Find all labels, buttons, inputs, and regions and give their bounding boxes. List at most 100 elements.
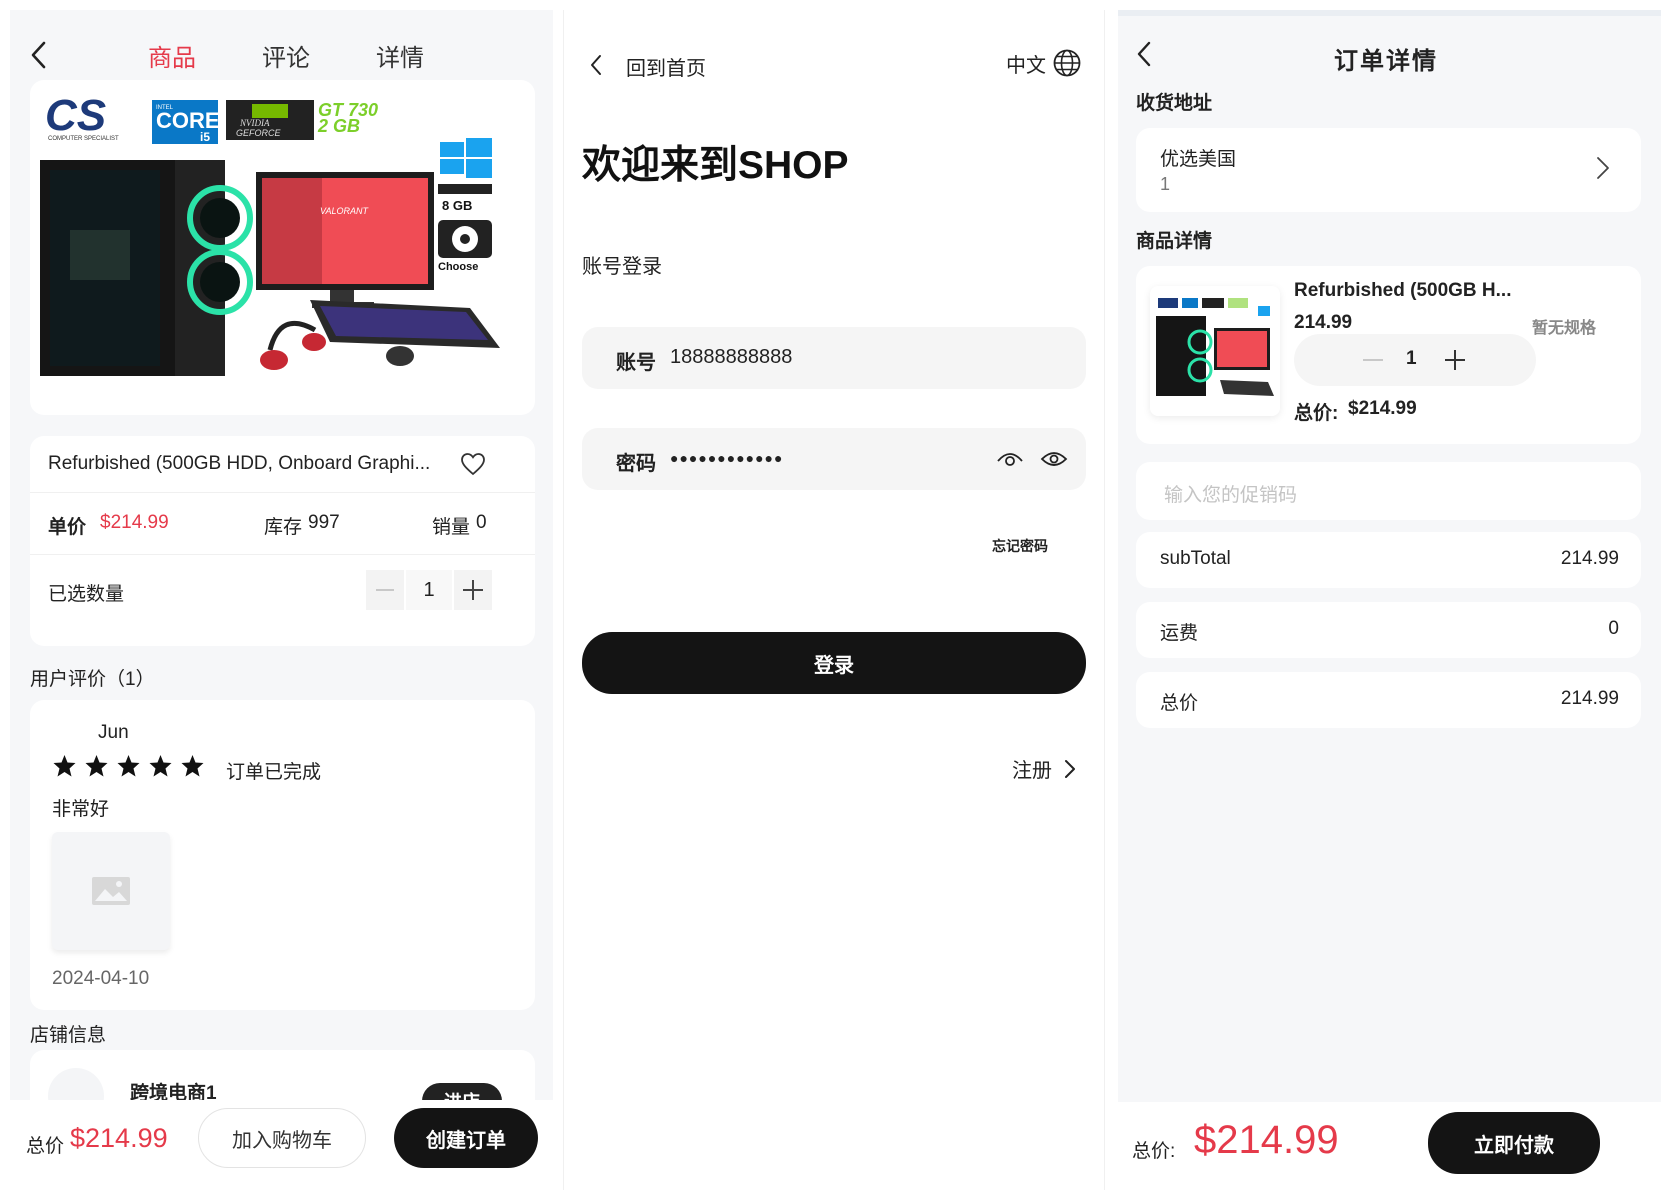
favorite-button[interactable] xyxy=(458,449,488,479)
sales-label: 销量 xyxy=(432,517,471,538)
heart-icon xyxy=(461,453,485,476)
stock-label: 库存 xyxy=(264,517,303,538)
password-input[interactable]: ●●●●●●●●●●●● xyxy=(670,450,783,466)
back-home-link[interactable]: 回到首页 xyxy=(626,52,706,81)
total-price: $214.99 xyxy=(70,1123,168,1153)
welcome-title: 欢迎来到SHOP xyxy=(582,144,849,187)
qty-stepper: 1 xyxy=(366,570,492,610)
shipping-value: 0 xyxy=(1608,618,1619,639)
promo-code-input[interactable]: 输入您的促销码 xyxy=(1136,462,1641,520)
review-text: 非常好 xyxy=(52,799,110,820)
register-link[interactable]: 注册 xyxy=(1012,754,1076,783)
qty-increase-button[interactable] xyxy=(1440,346,1470,374)
item-total: $214.99 xyxy=(1348,398,1417,419)
svg-text:CORE: CORE xyxy=(156,108,220,133)
qty-decrease-button[interactable] xyxy=(366,570,404,610)
svg-text:GEFORCE: GEFORCE xyxy=(236,128,282,138)
ram-icon xyxy=(438,184,492,194)
product-bottom-bar: 总价 $214.99 加入购物车 创建订单 xyxy=(10,1100,553,1190)
item-thumbnail-illustration xyxy=(1156,298,1274,396)
store-header: 店铺信息 xyxy=(30,1025,107,1046)
forgot-password-link[interactable]: 忘记密码 xyxy=(992,536,1048,556)
password-field[interactable]: 密码 ●●●●●●●●●●●● xyxy=(582,428,1086,490)
total-label: 总价 xyxy=(26,1136,65,1157)
reviewer-name: Jun xyxy=(98,722,129,743)
login-subtitle: 账号登录 xyxy=(582,256,662,278)
tab-details[interactable]: 详情 xyxy=(376,38,424,73)
total-row: 总价 214.99 xyxy=(1136,672,1641,728)
star-rating xyxy=(52,754,205,778)
qty-value[interactable]: 1 xyxy=(406,570,452,610)
back-button[interactable] xyxy=(1130,38,1158,70)
login-button[interactable]: 登录 xyxy=(582,632,1086,694)
shipping-label: 运费 xyxy=(1160,623,1199,644)
svg-text:8 GB: 8 GB xyxy=(442,198,472,213)
order-item-card: Refurbished (500GB H... 214.99 暂无规格 1 总价… xyxy=(1136,266,1641,444)
language-switch[interactable]: 中文 xyxy=(1006,48,1082,78)
star-icon xyxy=(85,755,108,777)
add-to-cart-button[interactable]: 加入购物车 xyxy=(198,1108,366,1168)
item-qty-stepper: 1 xyxy=(1294,334,1536,386)
cs-logo: CS xyxy=(45,91,106,140)
account-label: 账号 xyxy=(616,352,656,374)
item-spec: 暂无规格 xyxy=(1532,320,1597,337)
chevron-right-icon xyxy=(1065,759,1075,778)
item-thumbnail[interactable] xyxy=(1150,286,1280,416)
password-label: 密码 xyxy=(616,453,656,475)
promo-placeholder: 输入您的促销码 xyxy=(1164,485,1298,506)
image-placeholder-icon xyxy=(92,877,130,905)
item-title: Refurbished (500GB H... xyxy=(1294,280,1512,301)
svg-text:2 GB: 2 GB xyxy=(317,116,360,136)
bottom-total: $214.99 xyxy=(1194,1118,1339,1162)
reviews-header: 用户评价（1） xyxy=(30,669,155,690)
account-field[interactable]: 账号 18888888888 xyxy=(582,327,1086,389)
chevron-left-icon xyxy=(31,41,46,69)
product-title: Refurbished (500GB HDD, Onboard Graphi..… xyxy=(48,453,431,474)
chevron-right-icon xyxy=(1597,157,1609,179)
back-button[interactable] xyxy=(584,50,608,80)
qty-increase-button[interactable] xyxy=(454,570,492,610)
create-order-button[interactable]: 创建订单 xyxy=(394,1108,538,1168)
product-info-card: Refurbished (500GB HDD, Onboard Graphi..… xyxy=(30,436,535,646)
address-sub: 1 xyxy=(1160,174,1171,194)
cs-logo-sub: COMPUTER SPECIALIST xyxy=(48,136,119,142)
minus-icon xyxy=(376,589,394,591)
product-panel: 商品 评论 详情 CS COMPUTER SPECIALIST INTEL CO… xyxy=(10,10,553,1190)
address-card[interactable]: 优选美国 1 xyxy=(1136,128,1641,212)
qty-decrease-button[interactable] xyxy=(1358,346,1388,374)
login-panel: 回到首页 中文 欢迎来到SHOP 账号登录 账号 18888888888 密码 … xyxy=(563,10,1105,1190)
minus-icon xyxy=(1363,359,1383,361)
divider xyxy=(30,492,535,493)
total-label: 总价 xyxy=(1160,693,1199,714)
chevron-left-icon xyxy=(1137,41,1151,67)
price-label: 单价 xyxy=(48,517,87,538)
language-label: 中文 xyxy=(1006,54,1046,77)
globe-icon xyxy=(1053,49,1081,77)
product-image[interactable]: CS COMPUTER SPECIALIST INTEL CORE i5 NVI… xyxy=(30,80,535,415)
total-value: 214.99 xyxy=(1560,688,1619,709)
divider xyxy=(30,554,535,555)
review-date: 2024-04-10 xyxy=(52,968,150,989)
eye-icon xyxy=(997,453,1023,466)
star-icon xyxy=(117,755,140,777)
toggle-password-button[interactable] xyxy=(994,446,1026,472)
account-input[interactable]: 18888888888 xyxy=(670,346,792,369)
unit-price: $214.99 xyxy=(100,512,169,533)
reviews-count: （1） xyxy=(106,669,155,690)
pay-now-button[interactable]: 立即付款 xyxy=(1428,1112,1600,1174)
item-price: 214.99 xyxy=(1294,312,1353,333)
svg-text:NVIDIA: NVIDIA xyxy=(239,118,270,128)
chevron-left-icon xyxy=(591,55,601,75)
goods-header: 商品详情 xyxy=(1136,231,1213,252)
tab-reviews[interactable]: 评论 xyxy=(262,38,310,73)
back-button[interactable] xyxy=(24,40,54,70)
subtotal-row: subTotal 214.99 xyxy=(1136,532,1641,588)
subtotal-label: subTotal xyxy=(1160,548,1231,569)
windows-logo xyxy=(440,138,492,178)
show-password-button[interactable] xyxy=(1038,446,1070,472)
tab-goods[interactable]: 商品 xyxy=(148,38,196,73)
review-image[interactable] xyxy=(52,832,170,950)
item-qty[interactable]: 1 xyxy=(1406,348,1417,370)
address-header: 收货地址 xyxy=(1136,93,1213,114)
star-icon xyxy=(181,755,204,777)
